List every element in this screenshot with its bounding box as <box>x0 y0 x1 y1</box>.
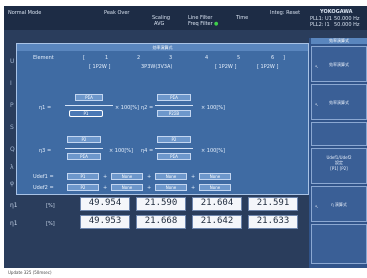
freq-filter-indicator: Freq Filter <box>188 21 213 27</box>
softkey-2-label: 効率演算式 <box>329 100 349 105</box>
udef2-term-1-button[interactable]: P2 <box>67 184 99 191</box>
meas-row-1-value-1: 49.954 <box>80 197 130 211</box>
udef1-plus-3: + <box>191 174 196 180</box>
eta4-fraction-bar <box>155 148 193 149</box>
eta2-fraction-bar <box>155 105 193 106</box>
softkey-blank-2[interactable] <box>311 224 367 264</box>
softkey-3[interactable]: Udef1/Udef2 設定 [P1] [P2] <box>311 148 367 184</box>
row-letter-u: U <box>10 58 15 65</box>
row-letter-s: S <box>10 124 14 131</box>
meas-row-1-value-2: 21.590 <box>136 197 186 211</box>
element-col-6: 6 <box>271 55 275 61</box>
eta3-unit: × 100[%] <box>109 148 133 154</box>
pll2-label: PLL2: I1 <box>310 22 330 28</box>
eta1-denominator-button[interactable]: P1 <box>69 110 103 117</box>
udef1-term-1-button[interactable]: P1 <box>67 173 99 180</box>
eta4-denominator-button[interactable]: PΣA <box>157 153 191 160</box>
wiring-mid: 3P3W(3V3A) <box>141 64 173 70</box>
softkey-4-arrow-icon: ↖ <box>315 204 319 209</box>
softkey-blank-1[interactable] <box>311 122 367 146</box>
element-col-4: 4 <box>205 55 209 61</box>
softkey-1-label: 効率演算式 <box>329 62 349 67</box>
dialog-title: 効率演算式 <box>17 44 308 51</box>
softkey-panel: 効率演算式 ↖ 効率演算式 ↖ 効率演算式 Udef1/Udef2 設定 [P1… <box>309 38 367 268</box>
udef2-plus-2: + <box>147 185 152 191</box>
softkey-4-label: η 演算式 <box>331 202 347 207</box>
eta3-label: η3 = <box>39 148 52 154</box>
eta1-label: η1 = <box>39 105 52 111</box>
bracket-close-icon: ] <box>283 55 285 61</box>
time-indicator: Time <box>236 15 249 21</box>
freq-filter-dot-icon: ● <box>214 21 219 27</box>
eta2-denominator-button[interactable]: P2ΣB <box>157 110 191 117</box>
udef2-plus-3: + <box>191 185 196 191</box>
mode-label: Normal Mode <box>8 10 42 16</box>
softkey-header: 効率演算式 <box>311 38 367 44</box>
row-letter-lambda: λ <box>10 164 14 171</box>
element-col-2: 2 <box>137 55 141 61</box>
status-bar: Normal Mode Peak Over Scaling AVG Line F… <box>4 6 367 30</box>
efficiency-formula-dialog: 効率演算式 Element [ 1 2 3 4 5 6 ] [ 1P2W ] 3… <box>16 43 309 195</box>
status-footer: Update 325 (50msec) <box>4 268 367 278</box>
softkey-4[interactable]: ↖ η 演算式 <box>311 186 367 222</box>
meas-row-1-value-4: 21.591 <box>248 197 298 211</box>
eta1-unit: × 100[%] <box>115 105 139 111</box>
udef2-label: Udef2 = <box>33 185 54 191</box>
meas-row-2-label: η1 <box>10 220 18 227</box>
udef2-term-3-button[interactable]: None <box>155 184 187 191</box>
brand-logo: YOKOGAWA <box>320 9 353 15</box>
meas-row-2-value-1: 49.953 <box>80 215 130 229</box>
eta2-numerator-button[interactable]: PΣA <box>157 94 191 101</box>
element-col-5: 5 <box>237 55 241 61</box>
meas-row-2-value-4: 21.633 <box>248 215 298 229</box>
udef2-term-4-button[interactable]: None <box>199 184 231 191</box>
meas-row-2-value-3: 21.642 <box>192 215 242 229</box>
instrument-screen: Normal Mode Peak Over Scaling AVG Line F… <box>4 6 367 268</box>
eta3-denominator-button[interactable]: PΣA <box>67 153 101 160</box>
udef2-plus-1: + <box>103 185 108 191</box>
eta4-label: η4 = <box>141 148 154 154</box>
meas-row-1-unit: [%] <box>46 203 55 209</box>
row-letter-p: P <box>10 102 14 109</box>
udef1-plus-2: + <box>147 174 152 180</box>
udef1-term-3-button[interactable]: None <box>155 173 187 180</box>
softkey-1[interactable]: ↖ 効率演算式 <box>311 46 367 82</box>
update-rate-text: Update 325 (50msec) <box>8 270 52 275</box>
integ-indicator: Integ: Reset <box>270 10 301 16</box>
udef1-label: Udef1 = <box>33 174 54 180</box>
eta3-fraction-bar <box>65 148 103 149</box>
wiring-right-1: [ 1P2W ] <box>215 64 237 70</box>
element-col-1: 1 <box>105 55 109 61</box>
eta2-unit: × 100[%] <box>201 105 225 111</box>
bracket-open-icon: [ <box>83 55 85 61</box>
avg-indicator: AVG <box>154 21 165 27</box>
eta1-numerator-button[interactable]: PΣA <box>75 94 103 101</box>
udef1-term-2-button[interactable]: None <box>111 173 143 180</box>
element-label: Element <box>33 55 54 61</box>
softkey-3-value: [P1] [P2] <box>330 166 348 171</box>
softkey-2[interactable]: ↖ 効率演算式 <box>311 84 367 120</box>
udef1-plus-1: + <box>103 174 108 180</box>
eta4-numerator-button[interactable]: P2 <box>157 136 191 143</box>
udef2-term-2-button[interactable]: None <box>111 184 143 191</box>
pll2-value: 50.000 Hz <box>334 22 360 28</box>
softkey-1-arrow-icon: ↖ <box>315 64 319 69</box>
udef1-term-4-button[interactable]: None <box>199 173 231 180</box>
element-col-3: 3 <box>169 55 173 61</box>
wiring-right-2: [ 1P2W ] <box>257 64 279 70</box>
eta1-fraction-bar <box>65 105 113 106</box>
meas-row-2-value-2: 21.668 <box>136 215 186 229</box>
wiring-left: [ 1P2W ] <box>89 64 111 70</box>
meas-row-2-unit: [%] <box>46 221 55 227</box>
peak-over-indicator: Peak Over <box>104 10 130 16</box>
row-letter-phi: φ <box>10 180 14 187</box>
eta3-numerator-button[interactable]: P2 <box>67 136 101 143</box>
meas-row-1-value-3: 21.604 <box>192 197 242 211</box>
softkey-2-arrow-icon: ↖ <box>315 102 319 107</box>
eta4-unit: × 100[%] <box>201 148 225 154</box>
eta2-label: η2 = <box>141 105 154 111</box>
row-letter-q: Q <box>10 146 15 153</box>
row-letter-i: I <box>10 80 12 87</box>
meas-row-1-label: η1 <box>10 202 18 209</box>
